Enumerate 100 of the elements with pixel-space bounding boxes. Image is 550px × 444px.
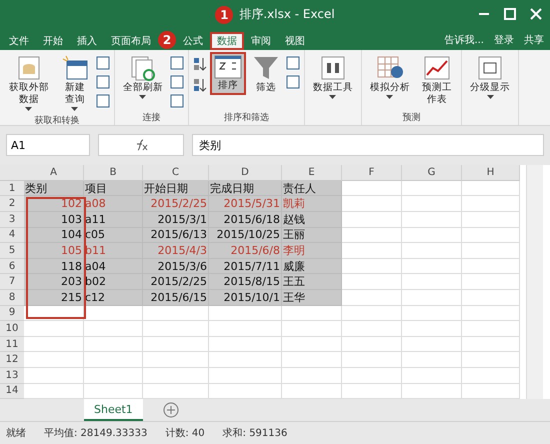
forecast-chart-icon bbox=[422, 54, 451, 81]
ribbon-tab[interactable]: 视图 bbox=[278, 32, 312, 50]
close-icon[interactable] bbox=[530, 8, 542, 20]
table-cell: 2015/7/11 bbox=[209, 258, 282, 274]
ribbon-tab[interactable]: 开始 bbox=[36, 32, 70, 50]
status-text: 就绪 bbox=[6, 426, 26, 440]
ribbon-tab[interactable]: 插入 bbox=[70, 32, 104, 50]
ribbon-button[interactable]: 分级显示 bbox=[466, 52, 514, 102]
row-header[interactable]: 3 bbox=[0, 212, 24, 228]
table-cell: 2015/6/18 bbox=[209, 212, 282, 228]
table-cell: 2015/10/1 bbox=[209, 290, 282, 306]
ribbon-tab[interactable]: 数据 bbox=[210, 32, 244, 50]
sort-descending-icon[interactable] bbox=[192, 76, 207, 93]
table-cell: 2015/6/13 bbox=[143, 228, 209, 244]
row-header[interactable]: 2 bbox=[0, 196, 24, 212]
small-ribbon-icon[interactable] bbox=[286, 74, 300, 89]
vertical-scrollbar[interactable] bbox=[526, 165, 543, 400]
row-header[interactable]: 11 bbox=[0, 336, 24, 352]
table-cell: 赵钱 bbox=[282, 212, 342, 228]
column-header[interactable]: G bbox=[402, 165, 462, 181]
sort-ascending-icon[interactable] bbox=[192, 56, 207, 72]
data-tools-icon bbox=[320, 54, 346, 81]
refresh-icon bbox=[128, 54, 157, 81]
step-badge: 1 bbox=[215, 6, 234, 24]
tell-me-field[interactable]: 告诉我... bbox=[444, 32, 484, 47]
group-label: 获取和转换 bbox=[33, 114, 80, 127]
ribbon-button[interactable]: 筛选 bbox=[248, 52, 283, 97]
row-header[interactable]: 9 bbox=[0, 306, 24, 322]
small-ribbon-icon[interactable] bbox=[96, 94, 110, 108]
table-cell: 2015/4/3 bbox=[143, 243, 209, 259]
table-cell: 责任人 bbox=[282, 180, 342, 196]
row-header[interactable]: 14 bbox=[0, 384, 24, 400]
table-cell: 105 bbox=[24, 243, 84, 259]
ribbon-button[interactable]: 全部刷新 bbox=[118, 52, 167, 102]
table-cell: 118 bbox=[24, 258, 84, 274]
table-cell: 203 bbox=[24, 274, 84, 290]
small-ribbon-icon[interactable] bbox=[170, 74, 184, 89]
column-header[interactable]: B bbox=[84, 165, 143, 181]
table-cell: 2015/3/1 bbox=[143, 212, 209, 228]
maximize-icon[interactable] bbox=[504, 8, 516, 20]
table-cell: a08 bbox=[84, 196, 143, 212]
ribbon-button[interactable]: 获取外部数据 bbox=[4, 52, 54, 114]
column-header[interactable]: H bbox=[462, 165, 520, 181]
row-header[interactable]: 7 bbox=[0, 274, 24, 290]
row-header[interactable]: 8 bbox=[0, 290, 24, 306]
login-link[interactable]: 登录 bbox=[494, 32, 514, 47]
ribbon-tab[interactable]: 页面布局 bbox=[104, 32, 158, 50]
table-cell: b02 bbox=[84, 274, 143, 290]
ribbon-button[interactable]: 排序 bbox=[210, 52, 246, 95]
column-header[interactable]: D bbox=[209, 165, 282, 181]
ribbon-tab[interactable]: 公式 bbox=[176, 32, 210, 50]
table-cell: 215 bbox=[24, 290, 84, 306]
row-header[interactable]: 12 bbox=[0, 352, 24, 368]
column-header[interactable]: C bbox=[143, 165, 209, 181]
table-cell: 凯莉 bbox=[282, 196, 342, 212]
table-cell: 开始日期 bbox=[143, 180, 209, 196]
small-ribbon-icon[interactable] bbox=[96, 74, 110, 89]
fx-icon[interactable] bbox=[134, 139, 148, 152]
row-header[interactable]: 6 bbox=[0, 258, 24, 274]
small-ribbon-icon[interactable] bbox=[170, 56, 184, 70]
add-sheet-icon[interactable] bbox=[162, 402, 179, 418]
table-cell: a04 bbox=[84, 258, 143, 274]
group-label: 预测 bbox=[401, 112, 422, 125]
table-cell: 王五 bbox=[282, 274, 342, 290]
ribbon-button[interactable]: 模拟分析 bbox=[366, 52, 414, 102]
ribbon-button[interactable]: 新建查询 bbox=[56, 52, 93, 114]
table-cell: 李明 bbox=[282, 243, 342, 259]
row-header[interactable]: 10 bbox=[0, 321, 24, 337]
ribbon-button[interactable]: 预测工作表 bbox=[416, 52, 458, 109]
small-ribbon-icon[interactable] bbox=[286, 56, 300, 70]
ribbon-tab[interactable]: 审阅 bbox=[244, 32, 278, 50]
row-header[interactable]: 5 bbox=[0, 243, 24, 259]
ribbon-tab[interactable]: 文件 bbox=[2, 32, 36, 50]
sort-icon bbox=[214, 54, 242, 79]
table-cell: 2015/6/15 bbox=[143, 290, 209, 306]
share-button[interactable]: 共享 bbox=[524, 32, 544, 47]
sum-text: 求和: 591136 bbox=[222, 426, 288, 440]
ribbon-button[interactable]: 数据工具 bbox=[308, 52, 357, 102]
sheet-tab[interactable]: Sheet1 bbox=[84, 399, 143, 422]
table-cell: 项目 bbox=[84, 180, 143, 196]
row-header[interactable]: 1 bbox=[0, 180, 24, 196]
small-ribbon-icon[interactable] bbox=[170, 94, 184, 108]
column-header[interactable]: F bbox=[342, 165, 402, 181]
name-box[interactable]: A1 bbox=[6, 134, 90, 156]
row-header[interactable]: 13 bbox=[0, 368, 24, 384]
outline-icon bbox=[477, 54, 504, 81]
formula-field[interactable]: 类别 bbox=[192, 134, 544, 156]
table-cell: 103 bbox=[24, 212, 84, 228]
table-cell: 2015/8/15 bbox=[209, 274, 282, 290]
table-icon bbox=[60, 54, 89, 81]
table-cell: 王丽 bbox=[282, 228, 342, 244]
table-cell: a11 bbox=[84, 212, 143, 228]
small-ribbon-icon[interactable] bbox=[96, 56, 110, 70]
column-header[interactable]: A bbox=[24, 165, 84, 181]
group-label: 连接 bbox=[141, 112, 162, 125]
column-header[interactable]: E bbox=[282, 165, 342, 181]
table-cell: 威廉 bbox=[282, 258, 342, 274]
table-cell: 2015/2/25 bbox=[143, 196, 209, 212]
table-cell: 2015/5/31 bbox=[209, 196, 282, 212]
row-header[interactable]: 4 bbox=[0, 228, 24, 244]
